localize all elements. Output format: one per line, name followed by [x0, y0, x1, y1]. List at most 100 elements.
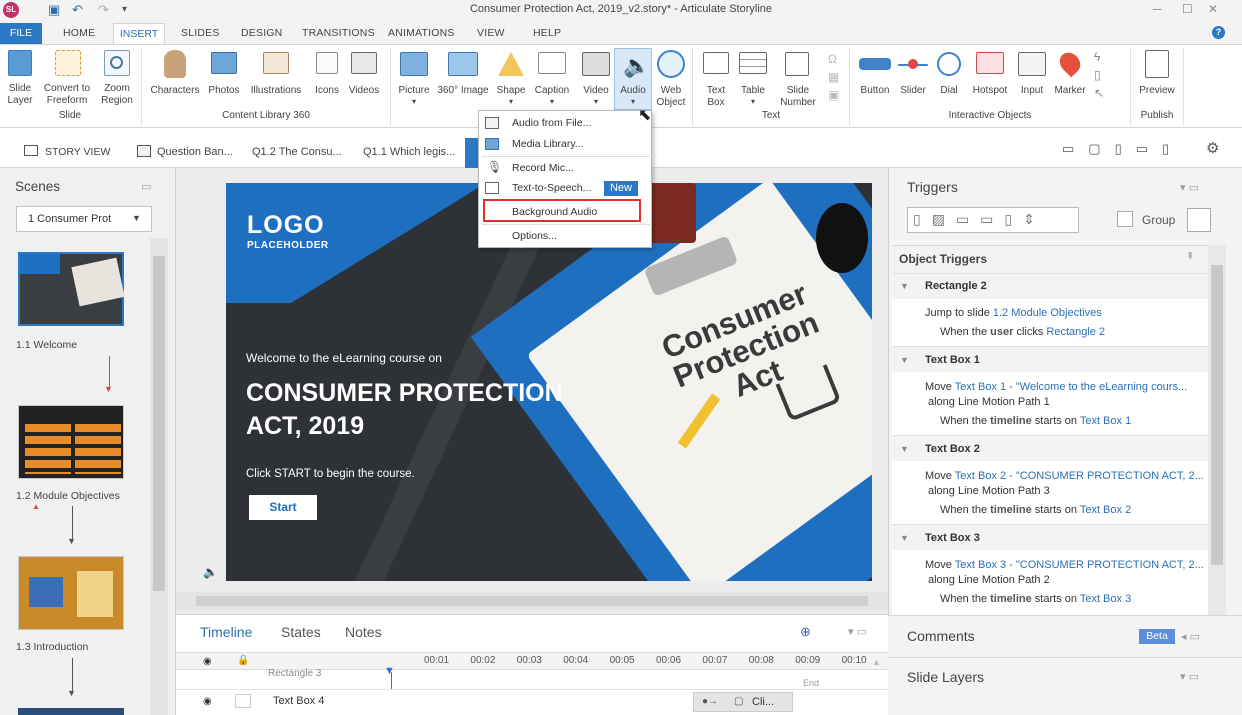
trigger-action[interactable]: Jump to slide 1.2 Module Objectives [925, 307, 1102, 319]
menu-background-audio[interactable]: Background Audio [512, 206, 597, 218]
eye-icon[interactable]: ◉ [203, 656, 212, 667]
tab-states[interactable]: States [281, 624, 321, 640]
input-button[interactable]: Input [1015, 50, 1049, 110]
symbol-icon[interactable]: Ω ▦ ▣ [828, 50, 839, 104]
tab-home[interactable]: HOME [63, 27, 95, 39]
chevron-down-icon[interactable]: ▼ [900, 444, 909, 454]
trigger-condition[interactable]: When the user clicks Rectangle 2 [940, 326, 1105, 338]
table-button[interactable]: Table ▾ [736, 50, 770, 110]
tab-design[interactable]: DESIGN [241, 27, 282, 39]
shape-button[interactable]: Shape ▾ [494, 50, 528, 110]
icons-button[interactable]: Icons [311, 50, 343, 100]
illustrations-button[interactable]: Illustrations [245, 50, 307, 100]
story-view-tab[interactable]: STORY VIEW [45, 146, 110, 158]
marker-button[interactable]: Marker [1050, 48, 1090, 110]
tab-q1-1[interactable]: Q1.1 Which legis... [363, 146, 455, 158]
tab-help[interactable]: HELP [533, 27, 561, 39]
convert-freeform-button[interactable]: Convert to Freeform [42, 50, 92, 110]
tab-insert[interactable]: INSERT [113, 23, 165, 45]
slide-number-button[interactable]: Slide Number [775, 50, 821, 110]
text-box-button[interactable]: Text Box [700, 50, 732, 110]
dial-button[interactable]: Dial [932, 50, 966, 110]
tab-slides[interactable]: SLIDES [181, 27, 220, 39]
characters-button[interactable]: Characters [149, 50, 201, 100]
collapse-all-icon[interactable]: ⇞ [1186, 251, 1194, 262]
hotspot-button[interactable]: Hotspot [968, 50, 1012, 110]
stage-hscrollbar[interactable] [176, 592, 888, 610]
slide-label-1-2[interactable]: 1.2 Module Objectives [16, 490, 120, 502]
slide-layer-button[interactable]: Slide Layer [4, 50, 36, 110]
tab-transitions[interactable]: TRANSITIONS [302, 27, 375, 39]
caption-button[interactable]: Caption ▾ [530, 50, 574, 110]
lock-icon[interactable]: 🔒 [237, 655, 249, 666]
audio-button[interactable]: 🔈 Audio ▾ [614, 48, 652, 110]
slide-layers-header[interactable] [888, 657, 1242, 715]
trigger-condition[interactable]: When the timeline starts on Text Box 2 [940, 504, 1131, 516]
triggers-scrollbar[interactable] [1208, 245, 1226, 615]
playhead-icon[interactable]: ▼ [384, 665, 395, 677]
minimize-icon[interactable]: ─ [1153, 2, 1162, 16]
button-button[interactable]: Button [855, 50, 895, 110]
logo-subtext[interactable]: PLACEHOLDER [247, 240, 329, 251]
logo-text[interactable]: LOGO [247, 211, 325, 240]
trigger-condition[interactable]: When the timeline starts on Text Box 3 [940, 593, 1131, 605]
slide-audio-icon[interactable]: 🔈 [203, 565, 218, 579]
tab-view[interactable]: VIEW [477, 27, 505, 39]
scene-select[interactable]: 1 Consumer Prot ▼ [16, 206, 152, 232]
menu-media-library[interactable]: Media Library... [512, 138, 584, 150]
lock-toggle[interactable] [235, 694, 251, 708]
timeline-settings-icon[interactable]: ⊕ [800, 624, 811, 640]
web-object-button[interactable]: Web Object [654, 50, 688, 110]
trigger-condition[interactable]: When the timeline starts on Text Box 1 [940, 415, 1131, 427]
scroll-up-icon[interactable]: ▲ [872, 657, 881, 667]
panel-restore-icon[interactable]: ▾ ▭ [848, 625, 867, 638]
click-start-text[interactable]: Click START to begin the course. [246, 468, 415, 480]
eye-icon[interactable]: ◉ [203, 696, 212, 707]
slide-thumbnail-1-3[interactable] [18, 556, 124, 630]
menu-options[interactable]: Options... [512, 230, 557, 242]
trigger-tools-icon[interactable]: ϟ ▯ ↖ [1094, 48, 1104, 102]
trigger-tool-icons[interactable]: ▯▨▭▭▯⇕ [913, 211, 1046, 228]
slider-button[interactable]: Slider [896, 50, 930, 110]
menu-audio-from-file[interactable]: Audio from File... [512, 117, 591, 129]
preview-button[interactable]: Preview [1136, 50, 1178, 110]
group-checkbox[interactable] [1117, 211, 1133, 227]
welcome-text[interactable]: Welcome to the eLearning course on [246, 351, 442, 365]
360-image-button[interactable]: 360° Image [434, 50, 492, 100]
layer-row-rectangle[interactable]: Rectangle 3 [268, 668, 321, 679]
chevron-down-icon[interactable]: ▼ [900, 281, 909, 291]
tab-notes[interactable]: Notes [345, 624, 382, 640]
panel-restore-icon[interactable]: ▭ [141, 180, 151, 193]
course-title-line1[interactable]: CONSUMER PROTECTION [246, 379, 563, 408]
course-title-line2[interactable]: ACT, 2019 [246, 412, 364, 441]
layer-row-textbox4[interactable]: Text Box 4 [273, 695, 324, 707]
menu-text-to-speech[interactable]: Text-to-Speech... [512, 182, 591, 194]
slide-label-1-1[interactable]: 1.1 Welcome [16, 339, 77, 351]
slide-thumbnail-1-4[interactable] [18, 708, 124, 715]
maximize-icon[interactable]: ☐ [1182, 2, 1193, 16]
picture-button[interactable]: Picture ▾ [395, 50, 433, 110]
menu-record-mic[interactable]: Record Mic... [512, 162, 574, 174]
trigger-action[interactable]: Move Text Box 1 - "Welcome to the eLearn… [925, 381, 1187, 393]
trigger-action[interactable]: Move Text Box 3 - "CONSUMER PROTECTION A… [925, 559, 1204, 571]
slide-thumbnail-1-1[interactable] [18, 252, 125, 326]
panel-restore-icon[interactable]: ◂ ▭ [1181, 630, 1200, 643]
panel-restore-icon[interactable]: ▾ ▭ [1180, 181, 1199, 194]
tab-file[interactable]: FILE [0, 23, 42, 44]
trigger-motion-path[interactable]: along Line Motion Path 3 [928, 485, 1050, 497]
panel-restore-icon[interactable]: ▾ ▭ [1180, 670, 1199, 683]
tab-q1-2[interactable]: Q1.2 The Consu... [252, 146, 342, 158]
chevron-down-icon[interactable]: ▼ [900, 355, 909, 365]
trigger-motion-path[interactable]: along Line Motion Path 1 [928, 396, 1050, 408]
start-button[interactable]: Start [249, 495, 317, 520]
video-button[interactable]: Video ▾ [578, 50, 614, 110]
chevron-down-icon[interactable]: ▼ [900, 533, 909, 543]
videos-button[interactable]: Videos [345, 50, 383, 100]
zoom-region-button[interactable]: Zoom Region [98, 50, 136, 110]
photos-button[interactable]: Photos [205, 50, 243, 100]
timeline-bar[interactable]: ●→ ▢ Cli... [693, 692, 793, 712]
slide-label-1-3[interactable]: 1.3 Introduction [16, 641, 88, 653]
trigger-motion-path[interactable]: along Line Motion Path 2 [928, 574, 1050, 586]
tab-animations[interactable]: ANIMATIONS [388, 27, 455, 39]
close-icon[interactable]: ✕ [1208, 2, 1218, 16]
